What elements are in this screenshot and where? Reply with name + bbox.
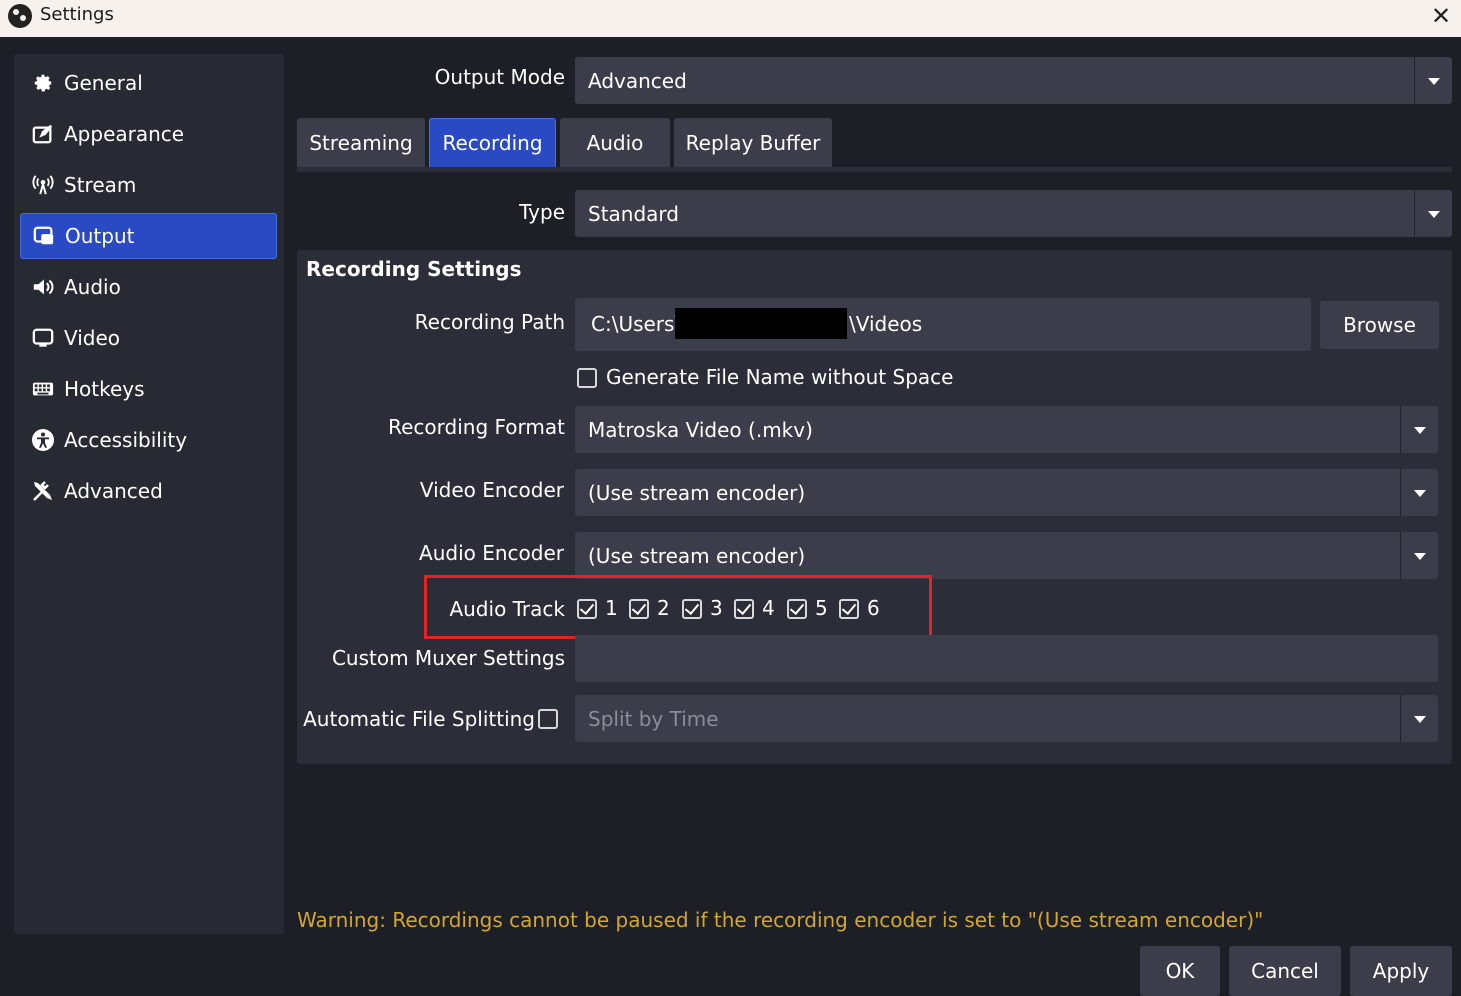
video-encoder-label: Video Encoder — [419, 478, 564, 502]
speaker-icon — [30, 274, 56, 300]
type-dropdown[interactable]: Standard — [575, 190, 1452, 237]
recording-path-prefix: C:\Users\ — [591, 312, 682, 336]
output-mode-value: Advanced — [588, 68, 687, 93]
keyboard-icon — [30, 376, 56, 402]
auto-split-label: Automatic File Splitting — [303, 707, 535, 731]
tools-icon — [30, 478, 56, 504]
recording-format-label: Recording Format — [388, 415, 565, 439]
tab-replay-buffer[interactable]: Replay Buffer — [674, 118, 832, 168]
sidebar-item-label: Audio — [64, 275, 121, 299]
settings-sidebar: General Appearance Stream Output Audio V… — [14, 54, 284, 934]
tab-divider — [297, 167, 1452, 172]
type-value: Standard — [588, 201, 679, 226]
monitor-icon — [30, 325, 56, 351]
chevron-down-icon — [1400, 469, 1438, 516]
obs-logo-icon — [8, 4, 32, 28]
gear-icon — [30, 70, 56, 96]
recording-path-label: Recording Path — [414, 310, 565, 334]
annotation-highlight-box — [424, 575, 932, 639]
chevron-down-icon — [1400, 406, 1438, 453]
output-mode-label: Output Mode — [434, 65, 565, 89]
split-mode-dropdown[interactable]: Split by Time — [575, 695, 1438, 742]
chevron-down-icon — [1414, 57, 1452, 104]
sidebar-item-audio[interactable]: Audio — [20, 264, 277, 310]
apply-button[interactable]: Apply — [1350, 946, 1452, 996]
ok-button[interactable]: OK — [1140, 946, 1220, 996]
sidebar-item-advanced[interactable]: Advanced — [20, 468, 277, 514]
chevron-down-icon — [1400, 532, 1438, 579]
tab-streaming[interactable]: Streaming — [297, 118, 425, 168]
recording-settings-title: Recording Settings — [306, 257, 522, 281]
chevron-down-icon — [1400, 695, 1438, 742]
sidebar-item-label: Stream — [64, 173, 137, 197]
sidebar-item-label: Advanced — [64, 479, 163, 503]
audio-encoder-dropdown[interactable]: (Use stream encoder) — [575, 532, 1438, 579]
custom-muxer-input[interactable] — [575, 635, 1438, 682]
sidebar-item-appearance[interactable]: Appearance — [20, 111, 277, 157]
chevron-down-icon — [1414, 190, 1452, 237]
redaction-box — [675, 308, 847, 339]
close-icon[interactable]: ✕ — [1427, 2, 1455, 30]
video-encoder-value: (Use stream encoder) — [588, 480, 806, 505]
video-encoder-dropdown[interactable]: (Use stream encoder) — [575, 469, 1438, 516]
custom-muxer-label: Custom Muxer Settings — [331, 646, 565, 670]
auto-split-checkbox[interactable] — [538, 709, 558, 729]
type-label: Type — [519, 200, 565, 224]
title-bar: Settings ✕ — [0, 0, 1461, 37]
generate-filename-label: Generate File Name without Space — [606, 365, 954, 389]
recording-format-dropdown[interactable]: Matroska Video (.mkv) — [575, 406, 1438, 453]
sidebar-item-label: General — [64, 71, 143, 95]
output-icon — [31, 223, 57, 249]
output-mode-dropdown[interactable]: Advanced — [575, 57, 1452, 104]
cancel-button[interactable]: Cancel — [1229, 946, 1341, 996]
recording-format-value: Matroska Video (.mkv) — [588, 417, 813, 442]
sidebar-item-label: Video — [64, 326, 121, 350]
split-mode-value: Split by Time — [588, 706, 719, 731]
recording-path-suffix: \Videos — [849, 312, 923, 336]
sidebar-item-hotkeys[interactable]: Hotkeys — [20, 366, 277, 412]
sidebar-item-general[interactable]: General — [20, 60, 277, 106]
sidebar-item-label: Appearance — [64, 122, 185, 146]
sidebar-item-stream[interactable]: Stream — [20, 162, 277, 208]
sidebar-item-output[interactable]: Output — [20, 213, 277, 259]
sidebar-item-video[interactable]: Video — [20, 315, 277, 361]
browse-button[interactable]: Browse — [1320, 301, 1439, 349]
tab-recording[interactable]: Recording — [429, 118, 556, 168]
sidebar-item-label: Hotkeys — [64, 377, 145, 401]
audio-encoder-label: Audio Encoder — [419, 541, 564, 565]
accessibility-icon — [30, 427, 56, 453]
antenna-icon — [30, 172, 56, 198]
generate-filename-checkbox[interactable] — [577, 368, 597, 388]
sidebar-item-accessibility[interactable]: Accessibility — [20, 417, 277, 463]
appearance-icon — [30, 121, 56, 147]
sidebar-item-label: Output — [65, 224, 135, 248]
window-title: Settings — [40, 4, 114, 25]
encoder-warning-text: Warning: Recordings cannot be paused if … — [297, 908, 1264, 932]
sidebar-item-label: Accessibility — [64, 428, 188, 452]
tab-audio[interactable]: Audio — [560, 118, 670, 168]
audio-encoder-value: (Use stream encoder) — [588, 543, 806, 568]
